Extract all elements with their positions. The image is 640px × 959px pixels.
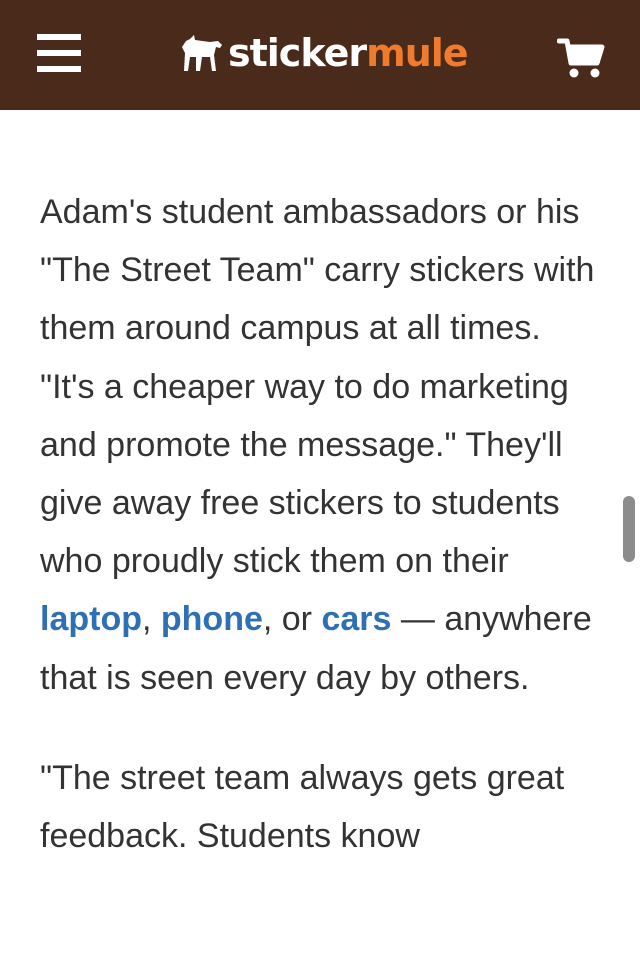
- cart-graphic: [556, 38, 605, 78]
- separator-text: ,: [141, 600, 161, 639]
- hamburger-menu-icon[interactable]: [37, 32, 81, 74]
- menu-line: [37, 34, 81, 40]
- brand-name-mule: mule: [366, 31, 468, 75]
- scrollbar-thumb[interactable]: [623, 496, 635, 562]
- laptop-link[interactable]: laptop: [40, 600, 142, 638]
- stickermule-logo[interactable]: stickermule: [180, 28, 469, 78]
- brand-name-sticker: sticker: [228, 31, 367, 75]
- top-navigation-bar: stickermule: [0, 0, 640, 110]
- article-body: Adam's student ambassadors or his "The S…: [40, 183, 600, 907]
- cars-link[interactable]: cars: [321, 600, 391, 638]
- article-paragraph: "The street team always gets great feedb…: [40, 749, 600, 865]
- brand-name: stickermule: [228, 28, 469, 78]
- paragraph-text: Adam's student ambassadors or his "The S…: [40, 193, 595, 581]
- menu-line: [37, 50, 81, 56]
- shopping-cart-icon[interactable]: [556, 37, 605, 79]
- mule-logo-icon: [182, 35, 222, 71]
- article-paragraph: Adam's student ambassadors or his "The S…: [40, 183, 600, 707]
- separator-text: , or: [262, 600, 322, 639]
- paragraph-text: "The street team always gets great feedb…: [40, 758, 565, 856]
- phone-link[interactable]: phone: [161, 600, 263, 638]
- menu-line: [37, 66, 81, 72]
